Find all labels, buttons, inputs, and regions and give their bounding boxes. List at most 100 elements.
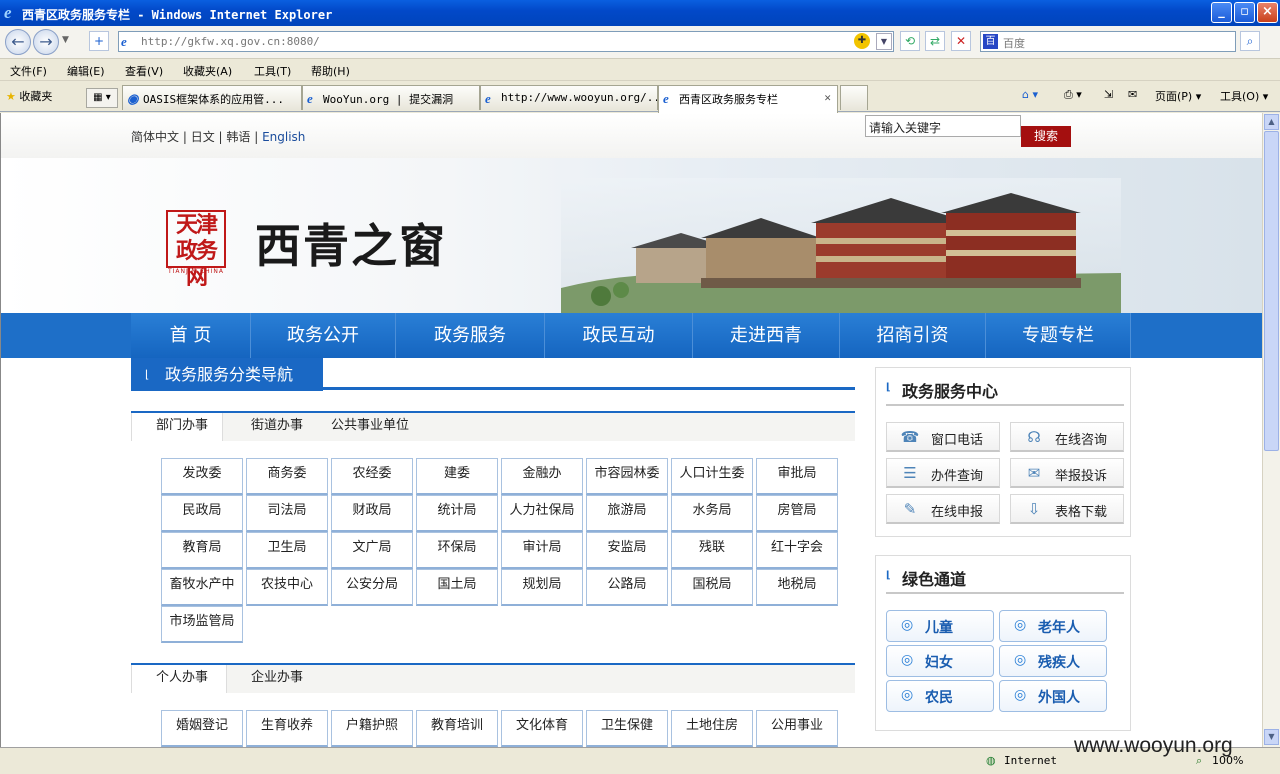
nav-gov-service[interactable]: 政务服务 [396, 313, 545, 358]
history-dropdown-icon[interactable]: ▼ [62, 35, 69, 45]
nav-interaction[interactable]: 政民互动 [545, 313, 693, 358]
tab-personal-affairs[interactable]: 个人办事 [131, 665, 227, 693]
case-query-button[interactable]: ☰ 办件查询 [886, 458, 1000, 488]
dept-cell[interactable]: 农技中心 [246, 569, 328, 606]
print-icon[interactable]: ⎙ ▾ [1064, 88, 1082, 102]
nav-gov-open[interactable]: 政务公开 [251, 313, 396, 358]
tools-menu[interactable]: 工具(O) ▾ [1220, 88, 1268, 104]
tab-dept-affairs[interactable]: 部门办事 [131, 413, 223, 441]
dept-cell[interactable]: 农经委 [331, 458, 413, 495]
dept-cell[interactable]: 房管局 [756, 495, 838, 532]
menu-edit[interactable]: 编辑(E) [67, 63, 105, 79]
lang-ko[interactable]: 韩语 [226, 130, 250, 144]
green-farmers-button[interactable]: ◎ 农民 [886, 680, 994, 712]
add-favorite-icon[interactable]: + [89, 31, 109, 51]
dept-cell[interactable]: 建委 [416, 458, 498, 495]
dept-cell[interactable]: 残联 [671, 532, 753, 569]
address-field[interactable]: e http://gkfw.xq.gov.cn:8080/ ✚ ▼ [118, 31, 894, 52]
compat-icon[interactable]: ✚ [854, 33, 870, 49]
green-children-button[interactable]: ◎ 儿童 [886, 610, 994, 642]
minimize-button[interactable]: _ [1211, 2, 1232, 23]
green-women-button[interactable]: ◎ 妇女 [886, 645, 994, 677]
rss-icon[interactable]: ⟲ [900, 31, 920, 51]
tab-street-affairs[interactable]: 街道办事 [251, 413, 303, 441]
dept-cell[interactable]: 国土局 [416, 569, 498, 606]
green-disabled-button[interactable]: ◎ 残疾人 [999, 645, 1107, 677]
stop-icon[interactable]: ✕ [951, 31, 971, 51]
tab-enterprise-affairs[interactable]: 企业办事 [251, 665, 303, 693]
dept-cell[interactable]: 地税局 [756, 569, 838, 606]
person-cell[interactable]: 土地住房 [671, 710, 753, 747]
dept-cell[interactable]: 金融办 [501, 458, 583, 495]
online-consult-button[interactable]: ☊ 在线咨询 [1010, 422, 1124, 452]
dept-cell[interactable]: 水务局 [671, 495, 753, 532]
tab-wooyun[interactable]: e WooYun.org | 提交漏洞 [302, 85, 480, 110]
dept-cell[interactable]: 审计局 [501, 532, 583, 569]
dept-cell[interactable]: 市场监管局 [161, 606, 243, 643]
dept-cell[interactable]: 国税局 [671, 569, 753, 606]
home-icon[interactable]: ⌂ ▾ [1022, 88, 1038, 101]
scroll-thumb[interactable] [1264, 131, 1279, 451]
forward-button[interactable]: → [33, 29, 59, 55]
dept-cell[interactable]: 安监局 [586, 532, 668, 569]
close-tab-icon[interactable]: ✕ [824, 91, 831, 104]
search-go-icon[interactable]: ⌕ [1240, 31, 1260, 51]
dept-cell[interactable]: 环保局 [416, 532, 498, 569]
site-search-button[interactable]: 搜索 [1021, 126, 1071, 147]
tab-public-units[interactable]: 公共事业单位 [331, 413, 409, 441]
dept-cell[interactable]: 文广局 [331, 532, 413, 569]
report-complaint-button[interactable]: ✉ 举报投诉 [1010, 458, 1124, 488]
nav-about-xiqing[interactable]: 走进西青 [693, 313, 840, 358]
lang-zh[interactable]: 简体中文 [131, 130, 179, 144]
person-cell[interactable]: 户籍护照 [331, 710, 413, 747]
vertical-scrollbar[interactable]: ▲ ▼ [1262, 113, 1280, 747]
maximize-button[interactable]: ▫ [1234, 2, 1255, 23]
dept-cell[interactable]: 规划局 [501, 569, 583, 606]
menu-tools[interactable]: 工具(T) [254, 63, 291, 79]
dept-cell[interactable]: 审批局 [756, 458, 838, 495]
refresh-icon[interactable]: ⇄ [925, 31, 945, 51]
read-mail-icon[interactable]: ✉ [1128, 88, 1137, 101]
dept-cell[interactable]: 发改委 [161, 458, 243, 495]
dept-cell[interactable]: 红十字会 [756, 532, 838, 569]
scroll-up-icon[interactable]: ▲ [1264, 114, 1279, 130]
quick-tabs-icon[interactable]: ▦ ▾ [86, 88, 118, 108]
dept-cell[interactable]: 市容园林委 [586, 458, 668, 495]
site-search-input[interactable]: 请输入关键字 [865, 115, 1021, 137]
person-cell[interactable]: 婚姻登记 [161, 710, 243, 747]
dept-cell[interactable]: 民政局 [161, 495, 243, 532]
dept-cell[interactable]: 司法局 [246, 495, 328, 532]
dept-cell[interactable]: 商务委 [246, 458, 328, 495]
nav-home[interactable]: 首 页 [131, 313, 251, 358]
dept-cell[interactable]: 卫生局 [246, 532, 328, 569]
green-foreigners-button[interactable]: ◎ 外国人 [999, 680, 1107, 712]
dept-cell[interactable]: 旅游局 [586, 495, 668, 532]
lang-ja[interactable]: 日文 [191, 130, 215, 144]
green-elderly-button[interactable]: ◎ 老年人 [999, 610, 1107, 642]
new-tab-button[interactable] [840, 85, 868, 110]
lang-en[interactable]: English [262, 130, 305, 144]
back-button[interactable]: ← [5, 29, 31, 55]
dept-cell[interactable]: 公路局 [586, 569, 668, 606]
dept-cell[interactable]: 畜牧水产中 [161, 569, 243, 606]
tab-wooyun-url[interactable]: e http://www.wooyun.org/... [480, 85, 658, 110]
window-phone-button[interactable]: ☎ 窗口电话 [886, 422, 1000, 452]
menu-help[interactable]: 帮助(H) [311, 63, 350, 79]
menu-view[interactable]: 查看(V) [125, 63, 163, 79]
search-field[interactable]: 百 百度 [980, 31, 1236, 52]
tab-xiqing[interactable]: e 西青区政务服务专栏 ✕ [658, 85, 838, 113]
favorites-button[interactable]: ★ 收藏夹 [6, 88, 52, 104]
person-cell[interactable]: 生育收养 [246, 710, 328, 747]
dept-cell[interactable]: 人口计生委 [671, 458, 753, 495]
online-apply-button[interactable]: ✎ 在线申报 [886, 494, 1000, 524]
person-cell[interactable]: 公用事业 [756, 710, 838, 747]
nav-investment[interactable]: 招商引资 [840, 313, 986, 358]
nav-special[interactable]: 专题专栏 [986, 313, 1131, 358]
page-menu[interactable]: 页面(P) ▾ [1155, 88, 1201, 104]
dept-cell[interactable]: 统计局 [416, 495, 498, 532]
dept-cell[interactable]: 人力社保局 [501, 495, 583, 532]
tab-oasis[interactable]: ◉ OASIS框架体系的应用管... [122, 85, 302, 110]
menu-file[interactable]: 文件(F) [10, 63, 47, 79]
address-dropdown-icon[interactable]: ▼ [876, 33, 892, 50]
scroll-down-icon[interactable]: ▼ [1264, 729, 1279, 745]
